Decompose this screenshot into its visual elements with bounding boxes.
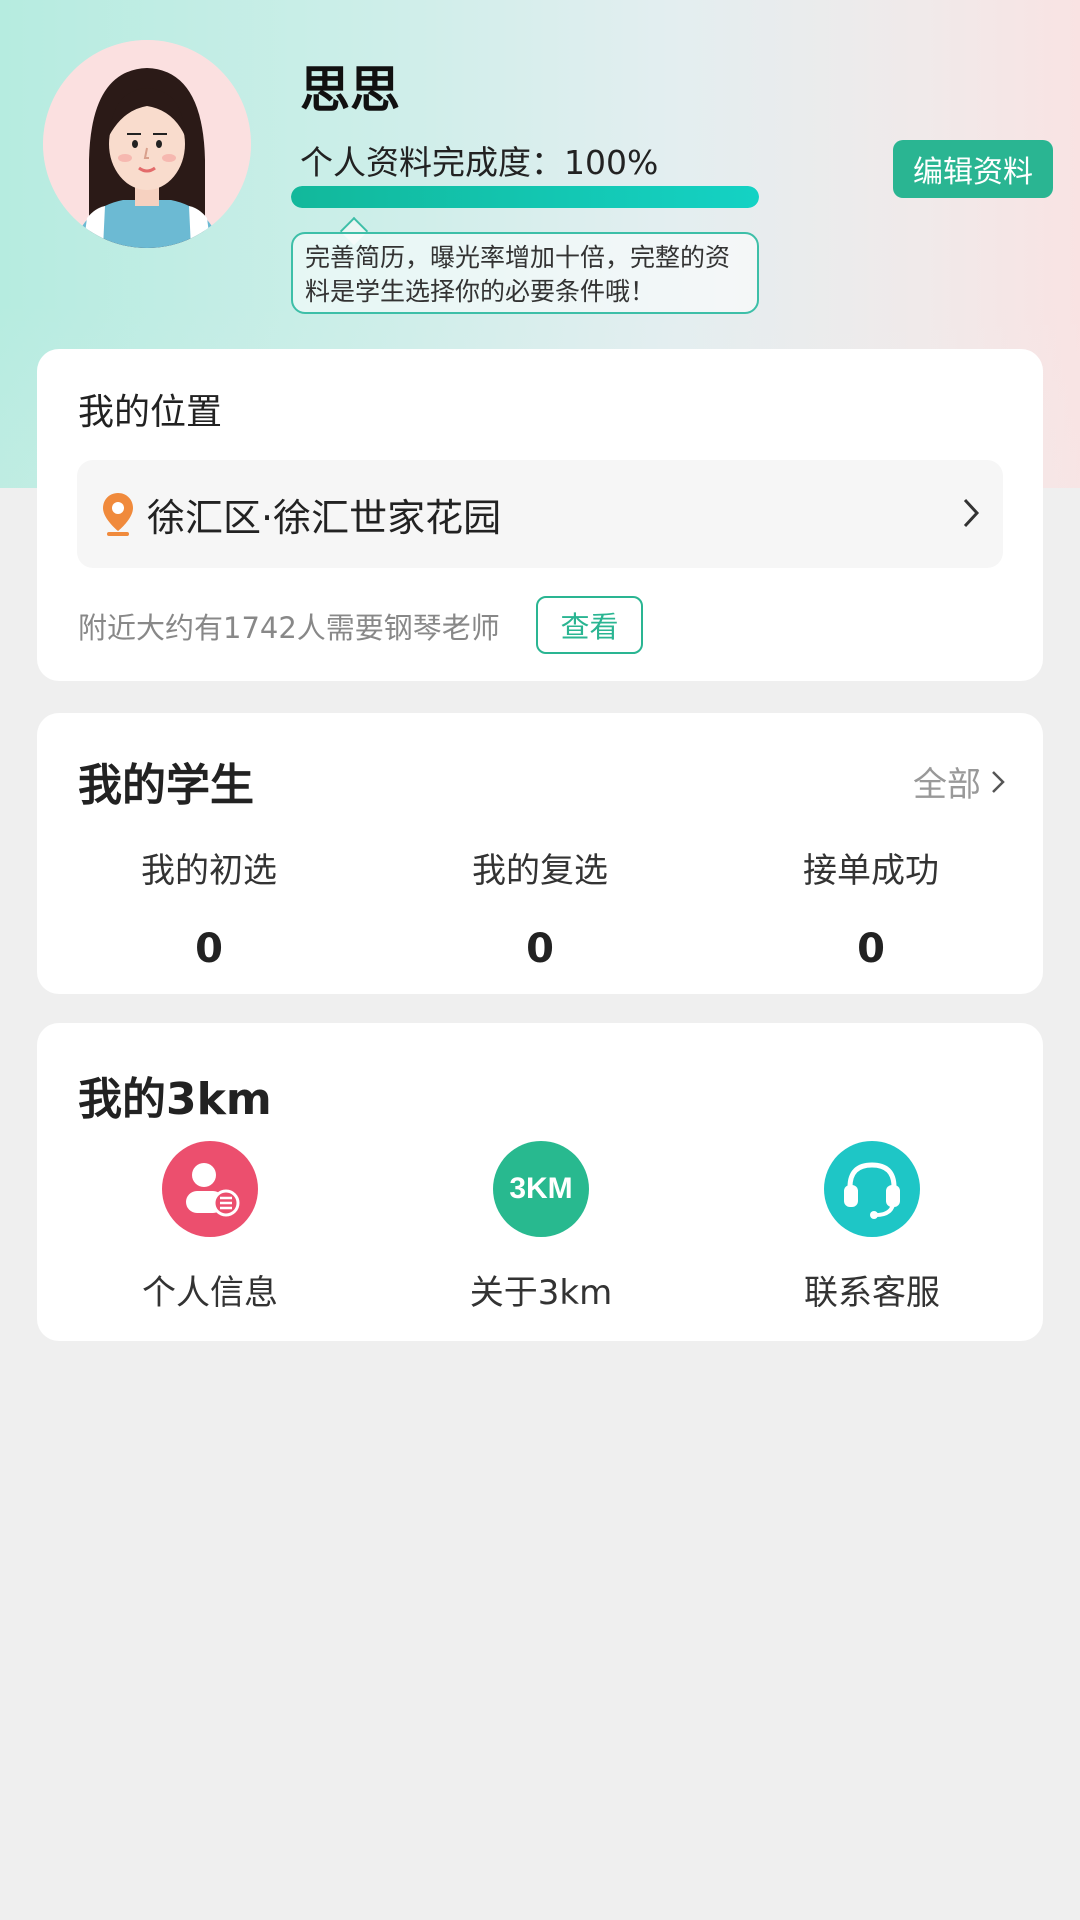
edit-profile-button[interactable]: 编辑资料 — [893, 140, 1053, 198]
stat-label: 我的初选 — [141, 851, 277, 891]
chevron-right-icon — [992, 770, 1005, 793]
stat-value: 0 — [526, 926, 554, 972]
headset-icon — [824, 1141, 920, 1237]
location-selector[interactable]: 徐汇区·徐汇世家花园 — [77, 460, 1003, 568]
all-label: 全部 — [913, 765, 981, 805]
my-3km-title: 我的3km — [78, 1074, 272, 1125]
3km-logo-text: 3KM — [509, 1172, 573, 1205]
completion-progress-fill — [291, 186, 759, 208]
menu-personal-info[interactable]: 个人信息 — [85, 1141, 335, 1314]
location-address: 徐汇区·徐汇世家花园 — [147, 495, 502, 540]
menu-label: 个人信息 — [142, 1273, 278, 1313]
menu-label: 关于3km — [469, 1273, 613, 1313]
stat-initial-selection[interactable]: 我的初选 0 — [84, 843, 334, 972]
stat-orders-success[interactable]: 接单成功 0 — [746, 843, 996, 972]
my-3km-card: 我的3km 个人信息 3KM 关于3km 联系客服 — [37, 1023, 1043, 1341]
3km-logo-icon: 3KM — [493, 1141, 589, 1237]
avatar-illustration — [43, 40, 251, 248]
profile-completion: 个人资料完成度： 100% — [300, 136, 658, 184]
students-card: 我的学生 全部 我的初选 0 我的复选 0 接单成功 0 — [37, 713, 1043, 994]
nearby-demand-text: 附近大约有1742人需要钢琴老师 — [78, 611, 500, 645]
avatar[interactable] — [43, 40, 251, 248]
completion-value: 100% — [564, 143, 659, 182]
personal-info-icon — [162, 1141, 258, 1237]
completion-progress-bar — [291, 186, 759, 208]
stat-label: 接单成功 — [803, 851, 939, 891]
stat-label: 我的复选 — [472, 851, 608, 891]
stat-second-selection[interactable]: 我的复选 0 — [415, 843, 665, 972]
chevron-right-icon — [963, 498, 980, 528]
all-students-link[interactable]: 全部 — [913, 757, 1005, 806]
location-card: 我的位置 徐汇区·徐汇世家花园 附近大约有1742人需要钢琴老师 查看 — [37, 349, 1043, 681]
view-button[interactable]: 查看 — [536, 596, 643, 654]
location-pin-icon — [103, 493, 133, 536]
location-title: 我的位置 — [78, 392, 223, 433]
students-title: 我的学生 — [78, 760, 254, 811]
completion-label: 个人资料完成度： — [300, 143, 564, 182]
stat-value: 0 — [195, 926, 223, 972]
menu-customer-service[interactable]: 联系客服 — [747, 1141, 997, 1314]
user-name: 思思 — [300, 61, 400, 119]
menu-about-3km[interactable]: 3KM 关于3km — [416, 1141, 666, 1314]
stat-value: 0 — [857, 926, 885, 972]
menu-label: 联系客服 — [804, 1273, 940, 1313]
completion-tip: 完善简历，曝光率增加十倍，完整的资料是学生选择你的必要条件哦！ — [291, 232, 759, 314]
